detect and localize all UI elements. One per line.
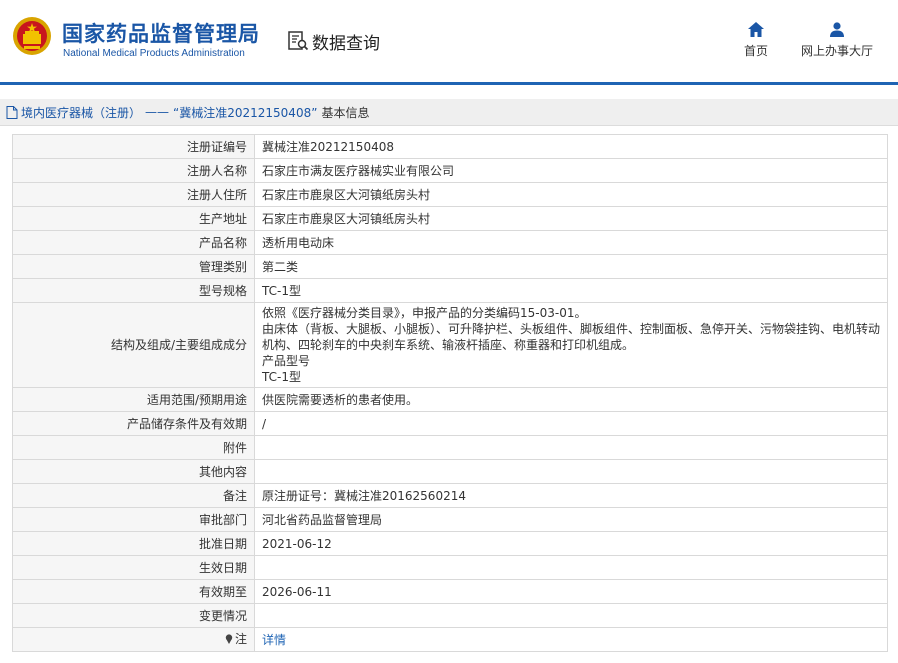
note-label: 注 (225, 631, 247, 647)
table-row: 管理类别 第二类 (12, 254, 888, 279)
nav-hall-label: 网上办事大厅 (800, 44, 873, 58)
row-label-cell: 注册人名称 (12, 158, 255, 183)
breadcrumb: 境内医疗器械（注册） —— “冀械注准20212150408” 基本信息 (0, 99, 898, 126)
row-value (254, 603, 888, 628)
table-row: 注册人名称 石家庄市满友医疗器械实业有限公司 (12, 158, 888, 183)
row-label-cell: 其他内容 (12, 459, 255, 484)
table-row: 备注 原注册证号：冀械注准20162560214 (12, 483, 888, 508)
row-label-cell: 注册证编号 (12, 134, 255, 159)
home-icon (748, 22, 764, 37)
row-label: 注 (234, 632, 247, 646)
table-row: 附件 (12, 435, 888, 460)
row-value (254, 459, 888, 484)
row-label-cell: 注 (12, 627, 255, 652)
row-label-cell: 管理类别 (12, 254, 255, 279)
table-row: 生产地址 石家庄市鹿泉区大河镇纸房头村 (12, 206, 888, 231)
document-icon (6, 105, 18, 119)
table-row: 结构及组成/主要组成成分 依照《医疗器械分类目录》，申报产品的分类编码15-03-… (12, 302, 888, 388)
table-row: 审批部门 河北省药品监督管理局 (12, 507, 888, 532)
row-value: 石家庄市鹿泉区大河镇纸房头村 (254, 182, 888, 207)
table-row: 注册人住所 石家庄市鹿泉区大河镇纸房头村 (12, 182, 888, 207)
document-search-icon (288, 31, 309, 51)
table-row: 注 详情 (12, 627, 888, 652)
row-label-cell: 产品储存条件及有效期 (12, 411, 255, 436)
table-row: 产品名称 透析用电动床 (12, 230, 888, 255)
row-value: 石家庄市满友医疗器械实业有限公司 (254, 158, 888, 183)
nav-online-service-hall[interactable]: 网上办事大厅 (798, 22, 876, 59)
row-label-cell: 附件 (12, 435, 255, 460)
row-value (254, 435, 888, 460)
row-value: TC-1型 (254, 278, 888, 303)
row-label-cell: 生产地址 (12, 206, 255, 231)
row-label-cell: 产品名称 (12, 230, 255, 255)
nav-home-label: 首页 (743, 44, 768, 58)
breadcrumb-record: “冀械注准20212150408” (173, 105, 318, 120)
header-divider (0, 82, 898, 85)
national-emblem-icon (13, 17, 51, 55)
table-row: 型号规格 TC-1型 (12, 278, 888, 303)
site-header: 国家药品监督管理局 National Medical Products Admi… (0, 0, 898, 82)
row-value: 石家庄市鹿泉区大河镇纸房头村 (254, 206, 888, 231)
row-label-cell: 备注 (12, 483, 255, 508)
row-label-cell: 适用范围/预期用途 (12, 387, 255, 412)
data-query-label: 数据查询 (312, 33, 380, 54)
row-value: 河北省药品监督管理局 (254, 507, 888, 532)
breadcrumb-category[interactable]: 境内医疗器械（注册） (21, 104, 141, 121)
table-row: 其他内容 (12, 459, 888, 484)
org-name-en: National Medical Products Administration (63, 48, 245, 59)
details-link[interactable]: 详情 (262, 633, 286, 647)
nav-home[interactable]: 首页 (738, 22, 774, 59)
row-value: 依照《医疗器械分类目录》，申报产品的分类编码15-03-01。 由床体（背板、大… (254, 302, 888, 388)
table-row: 变更情况 (12, 603, 888, 628)
row-value: / (254, 411, 888, 436)
row-label-cell: 结构及组成/主要组成成分 (12, 302, 255, 388)
table-row: 适用范围/预期用途 供医院需要透析的患者使用。 (12, 387, 888, 412)
row-value-cell: 详情 (254, 627, 888, 652)
breadcrumb-separator: —— (145, 105, 170, 119)
data-query-title: 数据查询 (287, 27, 380, 55)
row-label-cell: 生效日期 (12, 555, 255, 580)
row-value: 2021-06-12 (254, 531, 888, 556)
row-label-cell: 注册人住所 (12, 182, 255, 207)
row-value: 透析用电动床 (254, 230, 888, 255)
row-value: 第二类 (254, 254, 888, 279)
row-label-cell: 有效期至 (12, 579, 255, 604)
table-row: 注册证编号 冀械注准20212150408 (12, 134, 888, 159)
row-label-cell: 批准日期 (12, 531, 255, 556)
row-value: 2026-06-11 (254, 579, 888, 604)
row-value: 冀械注准20212150408 (254, 134, 888, 159)
table-row: 批准日期 2021-06-12 (12, 531, 888, 556)
org-name-cn: 国家药品监督管理局 (62, 22, 260, 46)
table-row: 有效期至 2026-06-11 (12, 579, 888, 604)
breadcrumb-suffix: 基本信息 (321, 105, 370, 120)
detail-table: 注册证编号 冀械注准20212150408 注册人名称 石家庄市满友医疗器械实业有限公… (12, 134, 888, 652)
row-label-cell: 变更情况 (12, 603, 255, 628)
row-value: 供医院需要透析的患者使用。 (254, 387, 888, 412)
row-value: 原注册证号：冀械注准20162560214 (254, 483, 888, 508)
row-label-cell: 型号规格 (12, 278, 255, 303)
pin-icon (225, 634, 233, 644)
row-value (254, 555, 888, 580)
user-icon (830, 22, 844, 37)
table-row: 生效日期 (12, 555, 888, 580)
table-row: 产品储存条件及有效期 / (12, 411, 888, 436)
row-label-cell: 审批部门 (12, 507, 255, 532)
